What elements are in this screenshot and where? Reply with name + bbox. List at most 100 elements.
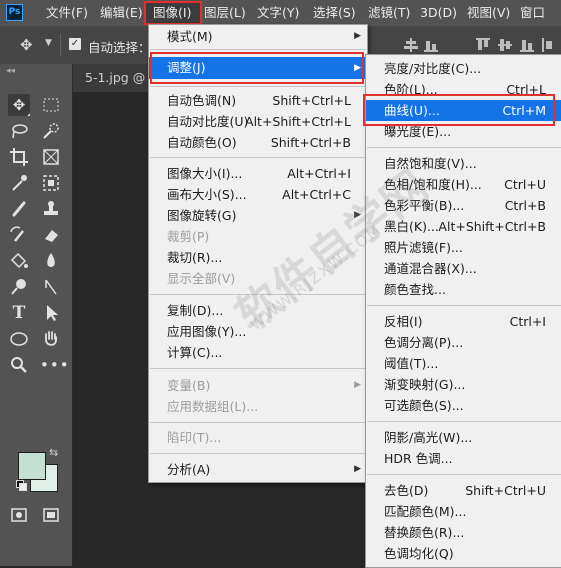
- menu-item-trap[interactable]: 陷印(T)...: [149, 427, 367, 448]
- eraser-tool-icon[interactable]: [40, 224, 62, 246]
- align-left-icon[interactable]: [476, 38, 490, 52]
- menu-item-color-lookup[interactable]: 颜色查找...: [366, 279, 561, 300]
- object-select-tool-icon[interactable]: [40, 172, 62, 194]
- menu-item-replace-color[interactable]: 替换颜色(R)...: [366, 522, 561, 543]
- move-tool-icon[interactable]: ✥: [8, 94, 30, 116]
- distribute-icon[interactable]: [542, 38, 556, 52]
- menu-item-posterize[interactable]: 色调分离(P)...: [366, 332, 561, 353]
- history-brush-tool-icon[interactable]: [8, 224, 30, 246]
- menu-item-label: 应用图像(Y)...: [167, 324, 247, 339]
- zoom-tool-icon[interactable]: [8, 354, 30, 376]
- menu-item-label: 颜色查找...: [384, 282, 446, 297]
- quick-selection-tool-icon[interactable]: [40, 120, 62, 142]
- menu-divider: [367, 305, 561, 306]
- menu-item-auto-contrast[interactable]: 自动对比度(U) Alt+Shift+Ctrl+L: [149, 111, 367, 132]
- photoshop-logo: Ps: [6, 4, 23, 21]
- move-tool-icon[interactable]: ✥: [20, 36, 33, 54]
- menu-item-trim[interactable]: 裁切(R)...: [149, 247, 367, 268]
- blur-tool-icon[interactable]: [40, 250, 62, 272]
- align-vertical-center-icon[interactable]: [404, 38, 418, 52]
- type-tool-icon[interactable]: T: [8, 302, 30, 324]
- menu-file[interactable]: 文件(F): [46, 0, 88, 26]
- menu-item-reveal-all[interactable]: 显示全部(V): [149, 268, 367, 289]
- menu-item-calculations[interactable]: 计算(C)...: [149, 342, 367, 363]
- menu-select[interactable]: 选择(S): [313, 0, 356, 26]
- menu-item-brightness-contrast[interactable]: 亮度/对比度(C)...: [366, 58, 561, 79]
- menu-item-label: 渐变映射(G)...: [384, 377, 466, 392]
- menu-item-label: 通道混合器(X)...: [384, 261, 477, 276]
- menu-3d[interactable]: 3D(D): [420, 0, 457, 26]
- menu-item-auto-tone[interactable]: 自动色调(N) Shift+Ctrl+L: [149, 90, 367, 111]
- menu-item-gradient-map[interactable]: 渐变映射(G)...: [366, 374, 561, 395]
- menu-item-label: 画布大小(S)...: [167, 187, 247, 202]
- hand-tool-icon[interactable]: [40, 328, 62, 350]
- screen-mode-icon[interactable]: [40, 504, 62, 526]
- frame-tool-icon[interactable]: [40, 146, 62, 168]
- brush-tool-icon[interactable]: [8, 198, 30, 220]
- menu-item-channel-mixer[interactable]: 通道混合器(X)...: [366, 258, 561, 279]
- pen-tool-icon[interactable]: [40, 276, 62, 298]
- menu-item-apply-data-set[interactable]: 应用数据组(L)...: [149, 396, 367, 417]
- align-right-icon[interactable]: [520, 38, 534, 52]
- menu-type[interactable]: 文字(Y): [257, 0, 299, 26]
- menu-filter[interactable]: 滤镜(T): [368, 0, 410, 26]
- align-horizontal-center-icon[interactable]: [498, 38, 512, 52]
- menu-item-color-balance[interactable]: 色彩平衡(B)... Ctrl+B: [366, 195, 561, 216]
- lasso-tool-icon[interactable]: [8, 120, 30, 142]
- menu-item-label: 自动对比度(U): [167, 114, 249, 129]
- menu-item-threshold[interactable]: 阈值(T)...: [366, 353, 561, 374]
- menu-item-label: 阴影/高光(W)...: [384, 430, 473, 445]
- dodge-tool-icon[interactable]: [8, 276, 30, 298]
- menu-layer[interactable]: 图层(L): [204, 0, 246, 26]
- menu-item-desaturate[interactable]: 去色(D) Shift+Ctrl+U: [366, 480, 561, 501]
- menu-item-equalize[interactable]: 色调均化(Q): [366, 543, 561, 564]
- menu-item-shortcut: Alt+Ctrl+I: [287, 166, 351, 181]
- menu-window[interactable]: 窗口: [520, 0, 545, 26]
- menu-item-image-size[interactable]: 图像大小(I)... Alt+Ctrl+I: [149, 163, 367, 184]
- eyedropper-tool-icon[interactable]: [8, 172, 30, 194]
- menu-item-label: 自然饱和度(V)...: [384, 156, 477, 171]
- collapse-arrows-icon[interactable]: ◂◂: [6, 66, 15, 76]
- default-colors-icon[interactable]: [16, 480, 27, 491]
- menu-divider: [150, 294, 366, 295]
- menu-item-label: 黑白(K)...: [384, 219, 439, 234]
- menu-item-black-white[interactable]: 黑白(K)... Alt+Shift+Ctrl+B: [366, 216, 561, 237]
- menu-item-hdr-toning[interactable]: HDR 色调...: [366, 448, 561, 469]
- chevron-down-icon[interactable]: ▼: [45, 38, 52, 48]
- menu-image[interactable]: 图像(I): [153, 0, 191, 26]
- swap-colors-icon[interactable]: ⇆: [49, 446, 58, 459]
- quick-mask-icon[interactable]: [8, 504, 30, 526]
- menu-item-canvas-size[interactable]: 画布大小(S)... Alt+Ctrl+C: [149, 184, 367, 205]
- path-selection-tool-icon[interactable]: [40, 302, 62, 324]
- menu-item-label: 色彩平衡(B)...: [384, 198, 465, 213]
- paint-bucket-tool-icon[interactable]: [8, 250, 30, 272]
- menu-item-vibrance[interactable]: 自然饱和度(V)...: [366, 153, 561, 174]
- menu-item-match-color[interactable]: 匹配颜色(M)...: [366, 501, 561, 522]
- menu-item-mode[interactable]: 模式(M) ▶: [149, 26, 367, 47]
- marquee-tool-icon[interactable]: [40, 94, 62, 116]
- ellipse-tool-icon[interactable]: [8, 328, 30, 350]
- menu-item-crop[interactable]: 裁剪(P): [149, 226, 367, 247]
- menu-item-shadows-highlights[interactable]: 阴影/高光(W)...: [366, 427, 561, 448]
- menu-item-label: 色调均化(Q): [384, 546, 454, 561]
- menu-item-hue-saturation[interactable]: 色相/饱和度(H)... Ctrl+U: [366, 174, 561, 195]
- menu-item-photo-filter[interactable]: 照片滤镜(F)...: [366, 237, 561, 258]
- menu-item-invert[interactable]: 反相(I) Ctrl+I: [366, 311, 561, 332]
- foreground-color-swatch[interactable]: [18, 452, 46, 480]
- menu-view[interactable]: 视图(V): [467, 0, 510, 26]
- menu-item-variables[interactable]: 变量(B) ▶: [149, 375, 367, 396]
- align-bottom-icon[interactable]: [424, 38, 438, 52]
- more-tools-icon[interactable]: •••: [40, 354, 69, 376]
- menu-item-selective-color[interactable]: 可选颜色(S)...: [366, 395, 561, 416]
- stamp-tool-icon[interactable]: [40, 198, 62, 220]
- menu-item-image-rotation[interactable]: 图像旋转(G) ▶: [149, 205, 367, 226]
- menu-item-analysis[interactable]: 分析(A) ▶: [149, 459, 367, 480]
- menu-edit[interactable]: 编辑(E): [100, 0, 143, 26]
- crop-tool-icon[interactable]: [8, 146, 30, 168]
- menu-item-auto-color[interactable]: 自动颜色(O) Shift+Ctrl+B: [149, 132, 367, 153]
- menu-item-apply-image[interactable]: 应用图像(Y)...: [149, 321, 367, 342]
- menu-item-duplicate[interactable]: 复制(D)...: [149, 300, 367, 321]
- menu-item-label: 变量(B): [167, 378, 211, 393]
- menu-divider: [150, 157, 366, 158]
- auto-select-checkbox[interactable]: ✓: [69, 38, 81, 50]
